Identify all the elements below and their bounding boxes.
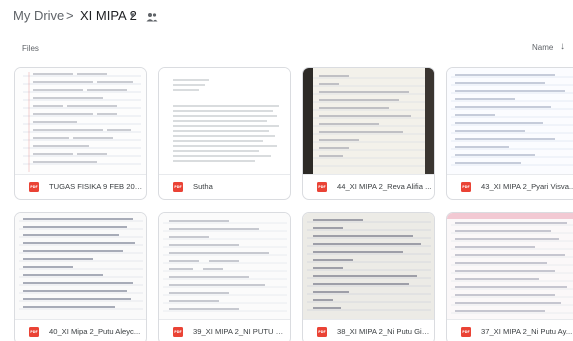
breadcrumb-current-folder[interactable]: XI MIPA 2 <box>80 8 137 23</box>
pdf-icon: PDF <box>173 182 183 192</box>
pdf-icon: PDF <box>461 327 471 337</box>
file-card[interactable]: PDF Sutha <box>158 67 291 200</box>
file-name: Sutha <box>193 182 213 191</box>
file-name: 38_XI MIPA 2_Ni Putu Gia... <box>337 327 432 336</box>
file-card[interactable]: PDF 44_XI MIPA 2_Reva Alifia ... <box>302 67 435 200</box>
pdf-icon: PDF <box>173 327 183 337</box>
pdf-icon: PDF <box>317 327 327 337</box>
file-thumbnail <box>159 68 290 175</box>
file-name: 39_XI MIPA 2_NI PUTU M... <box>193 327 288 336</box>
pdf-icon: PDF <box>461 182 471 192</box>
header: My Drive > XI MIPA 2 ▾ <box>0 0 573 36</box>
file-card[interactable]: PDF 39_XI MIPA 2_NI PUTU M... <box>158 212 291 341</box>
file-name: 44_XI MIPA 2_Reva Alifia ... <box>337 182 432 191</box>
file-card[interactable]: PDF TUGAS FISIKA 9 FEB 202... <box>14 67 147 200</box>
files-section-label: Files <box>22 44 39 53</box>
file-card[interactable]: PDF 43_XI MIPA 2_Pyari Visva... <box>446 67 573 200</box>
shared-folder-icon <box>146 13 158 22</box>
file-card[interactable]: PDF 38_XI MIPA 2_Ni Putu Gia... <box>302 212 435 341</box>
file-thumbnail <box>15 213 146 320</box>
sort-by-name-button[interactable]: Name <box>532 43 553 52</box>
file-name: TUGAS FISIKA 9 FEB 202... <box>49 182 144 191</box>
file-name: 37_XI MIPA 2_Ni Putu Ay... <box>481 327 573 336</box>
file-thumbnail <box>447 213 573 320</box>
chevron-down-icon[interactable]: ▾ <box>130 10 135 21</box>
file-name: 43_XI MIPA 2_Pyari Visva... <box>481 182 573 191</box>
pdf-icon: PDF <box>317 182 327 192</box>
file-thumbnail <box>159 213 290 320</box>
breadcrumb-separator: > <box>66 8 74 23</box>
file-thumbnail <box>303 68 434 175</box>
arrow-down-icon[interactable]: ↓ <box>560 41 565 52</box>
file-card[interactable]: PDF 37_XI MIPA 2_Ni Putu Ay... <box>446 212 573 341</box>
breadcrumb-my-drive[interactable]: My Drive <box>13 8 64 23</box>
file-name: 40_XI Mipa 2_Putu Aleyc... <box>49 327 141 336</box>
file-thumbnail <box>303 213 434 320</box>
pdf-icon: PDF <box>29 182 39 192</box>
file-thumbnail <box>15 68 146 175</box>
pdf-icon: PDF <box>29 327 39 337</box>
file-thumbnail <box>447 68 573 175</box>
file-card[interactable]: PDF 40_XI Mipa 2_Putu Aleyc... <box>14 212 147 341</box>
